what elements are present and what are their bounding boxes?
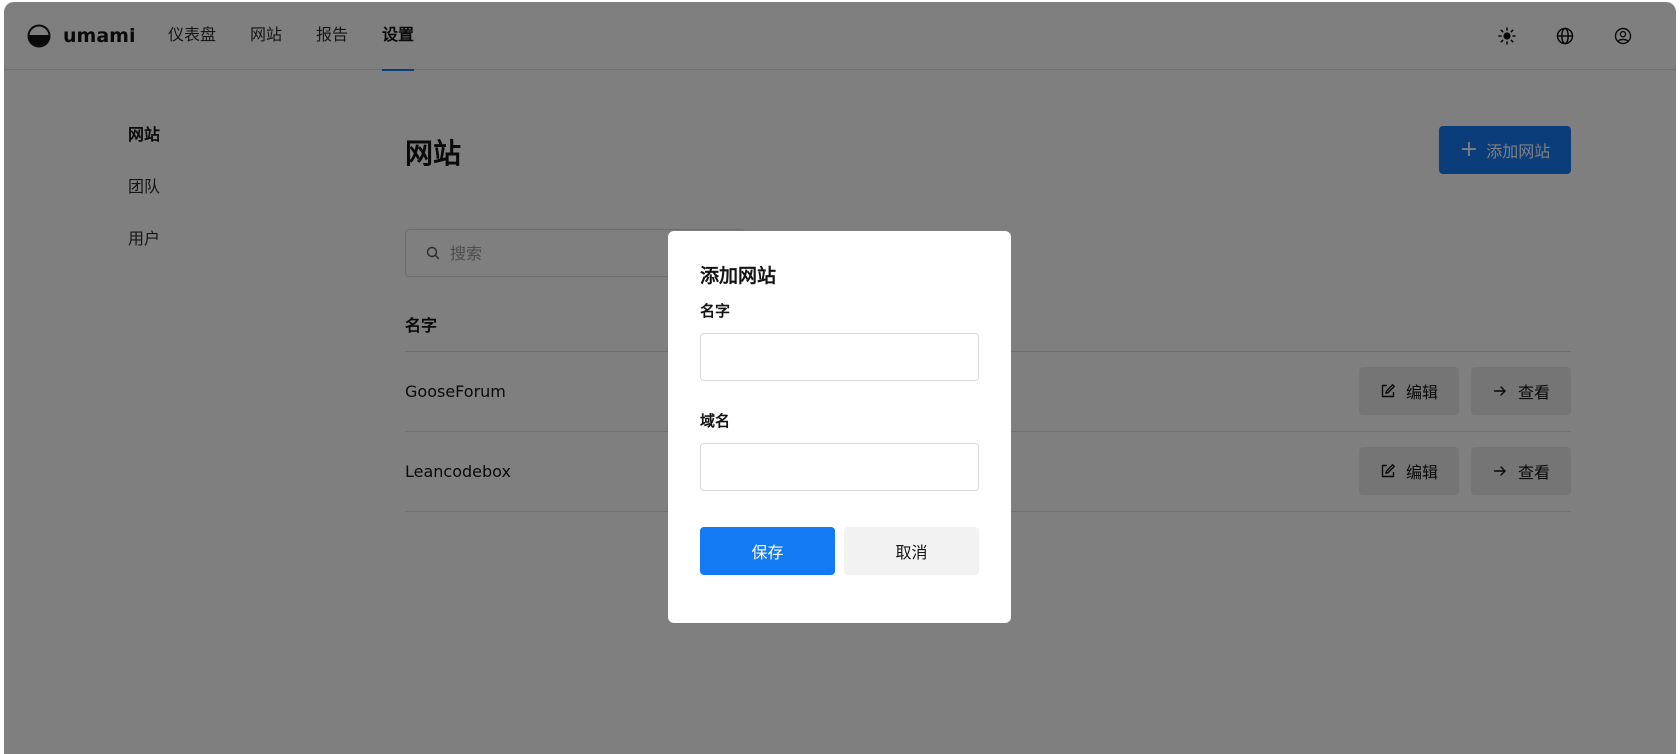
dialog-actions: 保存 取消 [700,527,979,575]
domain-field[interactable] [700,443,979,491]
add-website-dialog: 添加网站 名字 域名 保存 取消 [668,231,1011,623]
cancel-button[interactable]: 取消 [844,527,979,575]
name-field-label: 名字 [700,302,731,320]
app-window: umami 仪表盘 网站 报告 设置 [4,2,1676,754]
domain-field-label: 域名 [700,412,731,430]
name-field[interactable] [700,333,979,381]
dialog-title: 添加网站 [700,265,777,287]
save-button[interactable]: 保存 [700,527,835,575]
